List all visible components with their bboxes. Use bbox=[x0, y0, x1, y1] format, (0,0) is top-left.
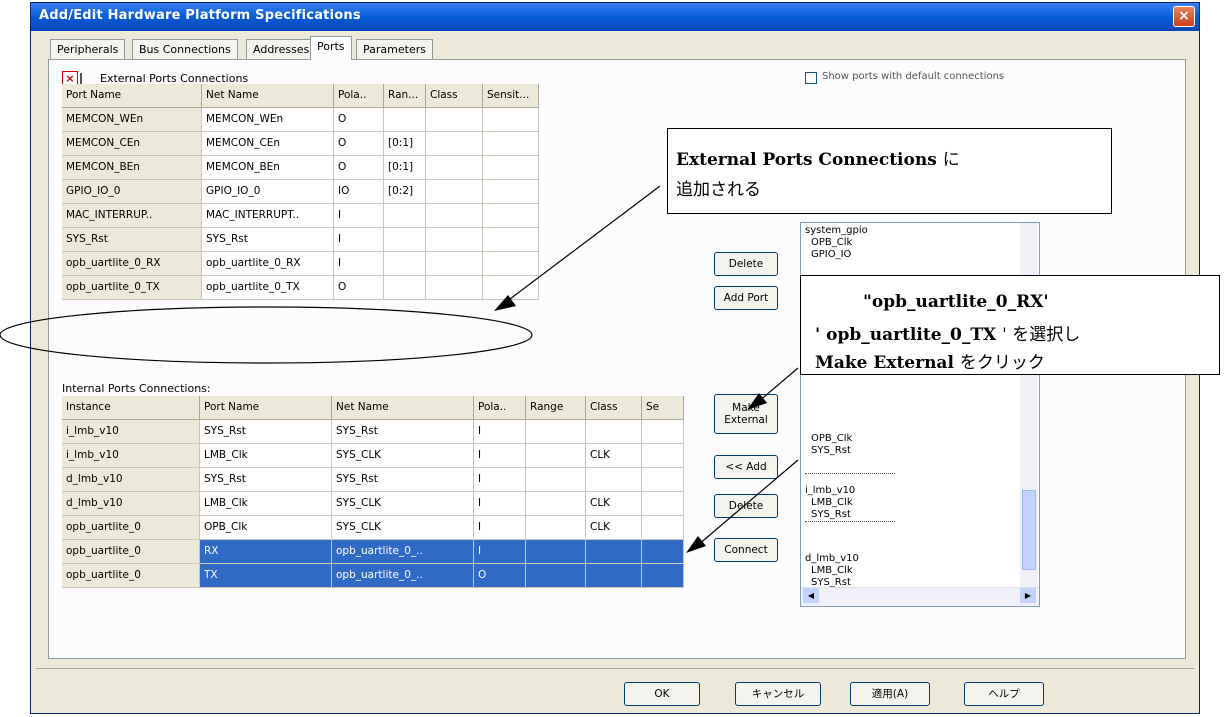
callout-top-line2: 追加される bbox=[676, 180, 761, 200]
callout-rx-text: "opb_uartlite_0_RX bbox=[863, 292, 1044, 312]
callout-tx-text: opb_uartlite_0_TX bbox=[826, 325, 997, 345]
callout-make-external: "opb_uartlite_0_RX' ' opb_uartlite_0_TX … bbox=[800, 275, 1220, 375]
tab-ports[interactable]: Ports bbox=[310, 36, 352, 60]
callout-tx-prefix: ' bbox=[815, 325, 821, 345]
highlight-ellipse bbox=[0, 306, 533, 364]
arrow-head-make-external bbox=[747, 393, 767, 410]
arrow-line-selection bbox=[697, 459, 799, 546]
callout-click-suffix: をクリック bbox=[959, 353, 1045, 373]
callout-top-text: External Ports Connections bbox=[676, 150, 937, 170]
callout-make-external-text: Make External bbox=[815, 353, 954, 373]
callout-top-suffix: に bbox=[942, 150, 960, 170]
callout-external-added: External Ports Connections に 追加される bbox=[667, 128, 1112, 214]
arrow-line-make-external bbox=[757, 367, 799, 403]
arrow-line-top bbox=[505, 185, 661, 303]
callout-tx-suffix: ' を選択し bbox=[1002, 325, 1081, 345]
callout-rx-suffix: ' bbox=[1043, 292, 1049, 312]
arrow-head-selection bbox=[686, 536, 706, 553]
